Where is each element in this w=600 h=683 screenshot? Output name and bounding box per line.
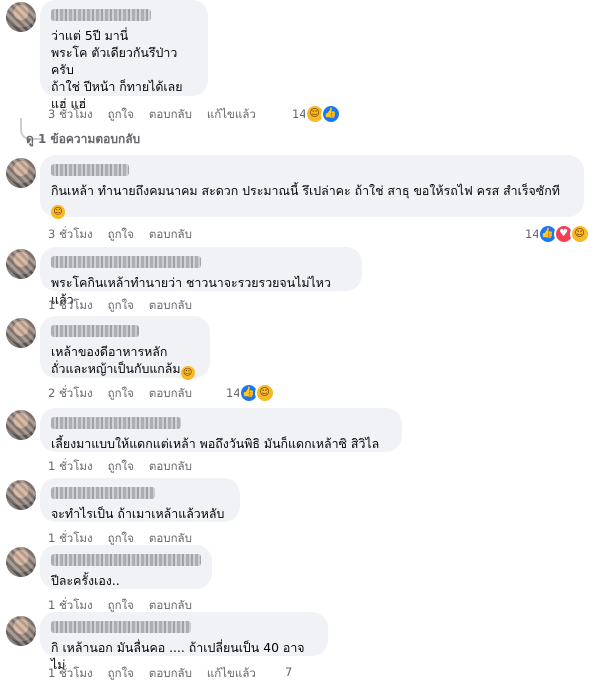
like-button[interactable]: ถูกใจ xyxy=(108,106,134,124)
reply-button[interactable]: ตอบกลับ xyxy=(149,665,192,683)
author-name-blurred[interactable] xyxy=(51,256,201,268)
like-reaction-icon: 👍 xyxy=(320,104,341,124)
comment-actions: 1 ชั่วโมง ถูกใจ ตอบกลับ xyxy=(48,297,192,315)
avatar[interactable] xyxy=(6,158,36,188)
avatar[interactable] xyxy=(6,616,36,646)
comment-text: ปีละครั้งเอง.. xyxy=(51,573,120,588)
timestamp: 1 ชั่วโมง xyxy=(48,459,93,473)
comment-bubble: กิ เหล้านอก มันลื่นคอ .... ถ้าเปลี่ยนเป็… xyxy=(40,612,328,672)
reply-button[interactable]: ตอบกลับ xyxy=(149,458,192,476)
haha-reaction-icon: ☺ xyxy=(254,383,275,403)
comment-text: จะทำไรเป็น ถ้าเมาเหล้าแล้วหลับ xyxy=(51,506,225,521)
author-name-blurred[interactable] xyxy=(51,554,201,566)
reaction-summary[interactable]: 14 ☺ 👍 xyxy=(292,104,341,124)
comment-bubble: เลี้ยงมาแบบให้แดกแต่เหล้า พอถึงวันพิธิ ม… xyxy=(40,408,402,452)
comment-text: เหล้าของดีอาหารหลัก ถั่วและหญ้าเป็นกับแก… xyxy=(51,343,199,380)
avatar[interactable] xyxy=(6,2,36,32)
author-name-blurred[interactable] xyxy=(51,487,155,499)
reaction-summary[interactable]: 14 👍 ♥ ☺ xyxy=(525,224,590,244)
comment-bubble: ปีละครั้งเอง.. xyxy=(40,545,212,589)
like-button[interactable]: ถูกใจ xyxy=(108,458,134,476)
comment-actions: 1 ชั่วโมง ถูกใจ ตอบกลับ xyxy=(48,458,192,476)
timestamp: 3 ชั่วโมง xyxy=(48,107,93,121)
comment-text: กินเหล้า ทำนายถึงคมนาคม สะดวก ประมาณนี้ … xyxy=(51,182,573,219)
author-name-blurred[interactable] xyxy=(51,9,151,21)
like-button[interactable]: ถูกใจ xyxy=(108,297,134,315)
view-replies-link[interactable]: ดู 1 ข้อความตอบกลับ xyxy=(26,130,140,149)
comment-text-content: กินเหล้า ทำนายถึงคมนาคม สะดวก ประมาณนี้ … xyxy=(51,183,560,198)
comment-actions: 3 ชั่วโมง ถูกใจ ตอบกลับ xyxy=(48,226,192,244)
smiling-emoji-icon: ☺ xyxy=(180,366,195,380)
timestamp: 2 ชั่วโมง xyxy=(48,386,93,400)
avatar[interactable] xyxy=(6,249,36,279)
comment-bubble: จะทำไรเป็น ถ้าเมาเหล้าแล้วหลับ xyxy=(40,478,240,522)
author-name-blurred[interactable] xyxy=(51,417,181,429)
haha-reaction-icon: ☺ xyxy=(569,224,590,244)
author-name-blurred[interactable] xyxy=(51,164,129,176)
reply-button[interactable]: ตอบกลับ xyxy=(149,297,192,315)
author-name-blurred[interactable] xyxy=(51,621,191,633)
reply-button[interactable]: ตอบกลับ xyxy=(149,226,192,244)
like-button[interactable]: ถูกใจ xyxy=(108,226,134,244)
edited-label: แก้ไขแล้ว xyxy=(206,107,256,121)
comment-actions: 1 ชั่วโมง ถูกใจ ตอบกลับ แก้ไขแล้ว xyxy=(48,665,256,683)
author-name-blurred[interactable] xyxy=(51,325,139,337)
reaction-count: 7 xyxy=(285,665,293,679)
reply-button[interactable]: ตอบกลับ xyxy=(149,106,192,124)
comment-bubble: เหล้าของดีอาหารหลัก ถั่วและหญ้าเป็นกับแก… xyxy=(40,316,210,380)
grinning-emoji-icon: ☺ xyxy=(51,205,65,219)
reaction-summary[interactable]: 7 xyxy=(285,665,294,679)
avatar[interactable] xyxy=(6,410,36,440)
comment-actions: 2 ชั่วโมง ถูกใจ ตอบกลับ xyxy=(48,385,192,403)
edited-label: แก้ไขแล้ว xyxy=(206,666,256,680)
like-button[interactable]: ถูกใจ xyxy=(108,665,134,683)
comment-bubble: พระโคกินเหล้าทำนายว่า ชาวนาจะรวยรวยจนไม่… xyxy=(40,247,362,307)
reply-button[interactable]: ตอบกลับ xyxy=(149,385,192,403)
timestamp: 3 ชั่วโมง xyxy=(48,227,93,241)
timestamp: 1 ชั่วโมง xyxy=(48,298,93,312)
avatar[interactable] xyxy=(6,480,36,510)
comment-bubble: ว่าแต่ 5ปี มานี่ พระโค ตัวเดียวกันรึป่าว… xyxy=(40,0,208,111)
comment-text-content: เหล้าของดีอาหารหลัก ถั่วและหญ้าเป็นกับแก… xyxy=(51,344,181,376)
avatar[interactable] xyxy=(6,547,36,577)
comment-actions: 3 ชั่วโมง ถูกใจ ตอบกลับ แก้ไขแล้ว xyxy=(48,106,256,124)
timestamp: 1 ชั่วโมง xyxy=(48,666,93,680)
like-button[interactable]: ถูกใจ xyxy=(108,385,134,403)
reaction-summary[interactable]: 14 👍 ☺ xyxy=(226,383,275,403)
comment-text: เลี้ยงมาแบบให้แดกแต่เหล้า พอถึงวันพิธิ ม… xyxy=(51,436,380,451)
avatar[interactable] xyxy=(6,318,36,348)
comment-bubble: กินเหล้า ทำนายถึงคมนาคม สะดวก ประมาณนี้ … xyxy=(40,155,584,219)
comment-text: ว่าแต่ 5ปี มานี่ พระโค ตัวเดียวกันรึป่าว… xyxy=(51,28,183,111)
